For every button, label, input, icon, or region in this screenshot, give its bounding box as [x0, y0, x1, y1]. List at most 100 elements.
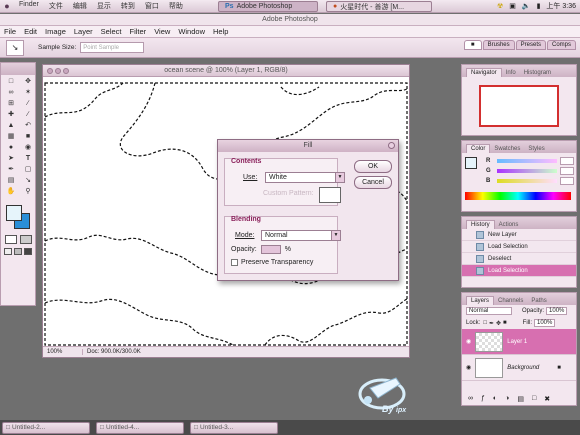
tab-info[interactable]: Info: [502, 69, 520, 77]
lock-all-icon[interactable]: ■: [503, 320, 507, 326]
menu-layer[interactable]: Layer: [70, 27, 97, 36]
cancel-button[interactable]: Cancel: [354, 176, 392, 189]
menu-edit[interactable]: Edit: [20, 27, 41, 36]
menu-help[interactable]: Help: [209, 27, 232, 36]
system-menu-window[interactable]: 窗口: [140, 1, 164, 11]
opacity-input[interactable]: [260, 245, 281, 254]
healing-brush-tool-icon[interactable]: ✚: [3, 110, 19, 120]
layer-opacity-value[interactable]: 100%: [546, 307, 568, 315]
minimized-window[interactable]: □ Untitled-2...: [2, 421, 90, 434]
tab-styles[interactable]: Styles: [524, 145, 548, 153]
menu-select[interactable]: Select: [97, 27, 126, 36]
close-dialog-icon[interactable]: [388, 142, 395, 149]
full-screen-menu-mode-icon[interactable]: [14, 248, 22, 255]
close-window-icon[interactable]: [47, 68, 53, 74]
tab-color[interactable]: Color: [466, 144, 491, 153]
system-menu-file[interactable]: 文件: [44, 1, 68, 11]
trash-icon[interactable]: ✖: [544, 395, 550, 403]
radiation-icon[interactable]: ☢: [497, 2, 503, 10]
dock-tab-brushes[interactable]: Brushes: [482, 40, 515, 50]
system-menu-edit[interactable]: 编辑: [68, 1, 92, 11]
zoom-level[interactable]: 100%: [43, 349, 83, 355]
menu-filter[interactable]: Filter: [126, 27, 151, 36]
slice-tool-icon[interactable]: ∕: [20, 99, 36, 109]
history-item[interactable]: New Layer: [462, 229, 576, 241]
gradient-tool-icon[interactable]: ■: [20, 132, 36, 142]
system-menu-view[interactable]: 显示: [92, 1, 116, 11]
channel-g-value[interactable]: [560, 167, 574, 175]
quickmask-mode-icon[interactable]: [20, 235, 32, 244]
channel-b-value[interactable]: [560, 177, 574, 185]
notes-tool-icon[interactable]: ▤: [3, 176, 19, 186]
layer-fill-value[interactable]: 100%: [534, 319, 556, 327]
taskbar-photoshop[interactable]: Ps Adobe Photoshop: [218, 1, 318, 12]
dodge-tool-icon[interactable]: ◉: [20, 143, 36, 153]
standard-screen-mode-icon[interactable]: [4, 248, 12, 255]
full-screen-mode-icon[interactable]: [24, 248, 32, 255]
standard-mode-icon[interactable]: [5, 235, 17, 244]
ok-button[interactable]: OK: [354, 160, 392, 173]
lock-image-icon[interactable]: ✒: [489, 320, 494, 327]
eyedropper-tool-icon[interactable]: ↘: [20, 176, 36, 186]
preserve-transparency-checkbox[interactable]: [231, 259, 238, 266]
tab-history[interactable]: History: [466, 220, 495, 229]
layer-mask-icon[interactable]: ◐: [493, 395, 497, 403]
document-size-info[interactable]: Doc: 900.0K/300.0K: [83, 349, 145, 355]
dock-icon[interactable]: ■: [463, 40, 482, 50]
magic-wand-tool-icon[interactable]: ✶: [20, 88, 36, 98]
foreground-color-swatch[interactable]: [6, 205, 22, 221]
system-menu-finder[interactable]: Finder: [14, 1, 44, 11]
path-selection-tool-icon[interactable]: ➤: [3, 154, 19, 164]
menu-image[interactable]: Image: [41, 27, 70, 36]
type-tool-icon[interactable]: T: [20, 154, 36, 164]
crop-tool-icon[interactable]: ⊞: [3, 99, 19, 109]
zoom-tool-icon[interactable]: ⚲: [20, 187, 36, 197]
tab-navigator[interactable]: Navigator: [466, 68, 502, 77]
custom-pattern-swatch[interactable]: [319, 187, 341, 203]
panel-foreground-swatch[interactable]: [465, 157, 477, 169]
minimized-window[interactable]: □ Untitled-4...: [96, 421, 184, 434]
blur-tool-icon[interactable]: ●: [3, 143, 19, 153]
tab-channels[interactable]: Channels: [494, 297, 527, 305]
history-item[interactable]: Load Selection: [462, 241, 576, 253]
lasso-tool-icon[interactable]: ∞: [3, 88, 19, 98]
history-item-active[interactable]: Load Selection: [462, 265, 576, 277]
tab-swatches[interactable]: Swatches: [490, 145, 524, 153]
visibility-eye-icon[interactable]: ◉: [466, 364, 471, 371]
menu-file[interactable]: File: [0, 27, 20, 36]
navigator-view-box[interactable]: [479, 85, 559, 127]
shape-tool-icon[interactable]: ▢: [20, 165, 36, 175]
eraser-tool-icon[interactable]: ▦: [3, 132, 19, 142]
taskbar-browser[interactable]: ● 火星时代 - 善游 [M...: [326, 1, 432, 12]
clock[interactable]: 上午 3:36: [546, 1, 576, 11]
battery-icon[interactable]: ▮: [537, 2, 541, 10]
color-ramp[interactable]: [465, 192, 571, 200]
layer-blend-mode-select[interactable]: Normal: [466, 307, 512, 315]
channel-r-slider[interactable]: [497, 159, 557, 163]
history-item[interactable]: Deselect: [462, 253, 576, 265]
channel-b-slider[interactable]: [497, 179, 557, 183]
system-menu-help[interactable]: 帮助: [164, 1, 188, 11]
channel-r-value[interactable]: [560, 157, 574, 165]
dock-tab-presets[interactable]: Presets: [515, 40, 546, 50]
toolbox-header[interactable]: [1, 63, 35, 75]
clone-stamp-tool-icon[interactable]: ▲: [3, 121, 19, 131]
move-tool-icon[interactable]: ✥: [20, 77, 36, 87]
system-menu-go[interactable]: 转到: [116, 1, 140, 11]
lock-transparency-icon[interactable]: □: [483, 320, 487, 326]
zoom-window-icon[interactable]: [63, 68, 69, 74]
display-icon[interactable]: ▣: [509, 2, 516, 10]
hand-tool-icon[interactable]: ✋: [3, 187, 19, 197]
history-brush-tool-icon[interactable]: ↶: [20, 121, 36, 131]
sample-size-select[interactable]: Point Sample: [80, 42, 145, 53]
link-layers-icon[interactable]: ∞: [468, 395, 473, 403]
layer-style-icon[interactable]: ƒ: [481, 395, 485, 403]
tab-actions[interactable]: Actions: [495, 221, 523, 229]
minimize-window-icon[interactable]: [55, 68, 61, 74]
channel-g-slider[interactable]: [497, 169, 557, 173]
new-group-icon[interactable]: ▤: [517, 395, 524, 403]
menu-view[interactable]: View: [150, 27, 174, 36]
layer-row-background[interactable]: ◉ Background ■: [462, 355, 576, 381]
menu-window[interactable]: Window: [174, 27, 209, 36]
mode-select[interactable]: Normal ▼: [261, 230, 341, 241]
